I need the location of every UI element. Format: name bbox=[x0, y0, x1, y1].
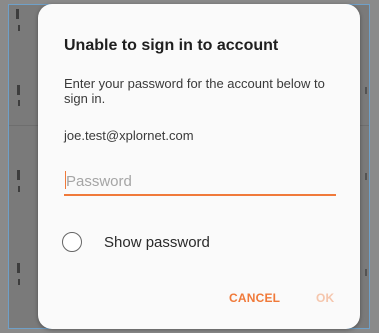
show-password-radio[interactable] bbox=[62, 232, 82, 252]
account-email: joe.test@xplornet.com bbox=[64, 128, 194, 143]
background-list-chevron bbox=[365, 173, 367, 180]
background-list-text bbox=[18, 100, 20, 106]
background-list-chevron bbox=[365, 87, 367, 94]
background-list-chevron bbox=[365, 269, 367, 276]
background-list-text bbox=[16, 9, 19, 19]
background-list-text bbox=[18, 186, 20, 192]
text-cursor bbox=[65, 171, 66, 189]
background-list-text bbox=[18, 25, 20, 31]
background-list-text bbox=[17, 263, 20, 273]
show-password-label: Show password bbox=[104, 233, 210, 251]
dialog-title: Unable to sign in to account bbox=[64, 37, 279, 54]
show-password-option[interactable]: Show password bbox=[62, 230, 210, 254]
cancel-button[interactable]: CANCEL bbox=[229, 291, 280, 305]
background-list-text bbox=[17, 85, 20, 95]
background-list-text bbox=[17, 170, 20, 180]
dialog-message: Enter your password for the account belo… bbox=[64, 76, 325, 106]
background-list-text bbox=[18, 279, 20, 285]
password-input[interactable] bbox=[64, 168, 336, 196]
sign-in-dialog: Unable to sign in to account Enter your … bbox=[38, 4, 360, 329]
ok-button[interactable]: OK bbox=[316, 291, 334, 305]
